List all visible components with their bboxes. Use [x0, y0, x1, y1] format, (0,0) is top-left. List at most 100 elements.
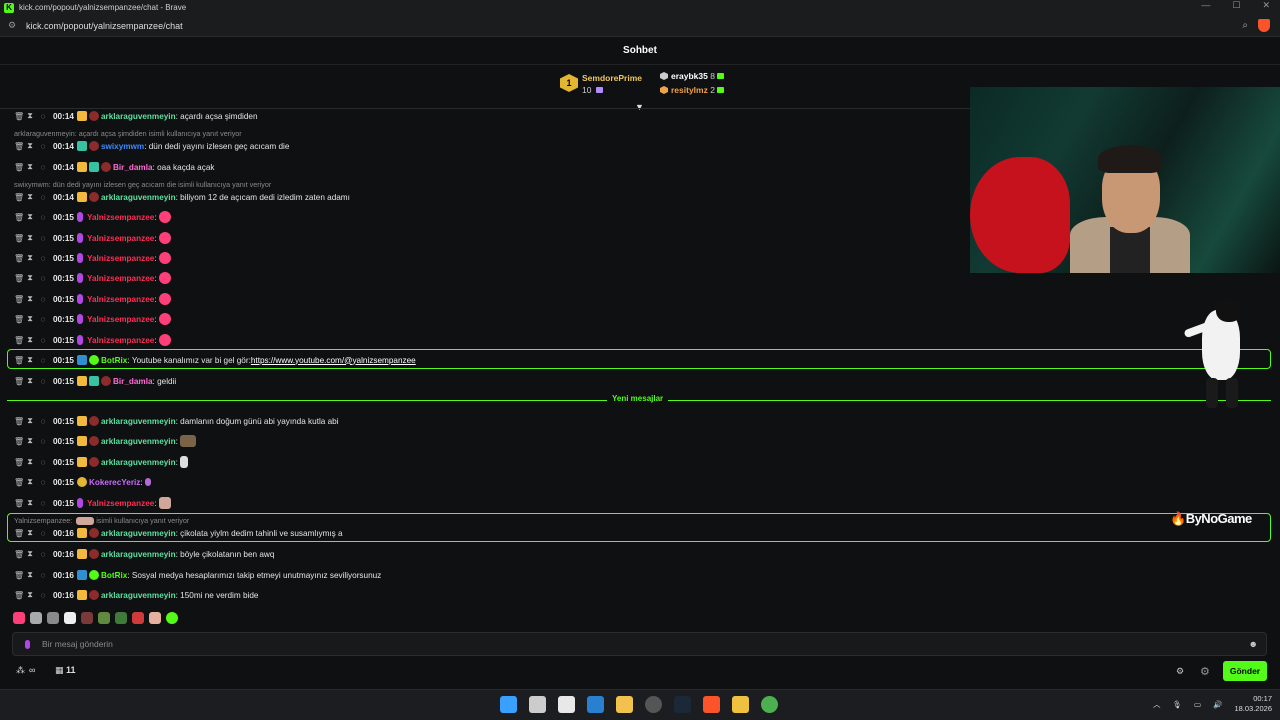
chat-message[interactable]: 🗑 ⧗ ◌ 00:15 Yalnizsempanzee:	[14, 332, 171, 348]
chat-message[interactable]: 🗑 ⧗ ◌ 00:15 arklaraguvenmeyin: damlanın do…	[14, 413, 339, 429]
brave-icon[interactable]	[703, 696, 720, 713]
emote-icon[interactable]	[98, 612, 110, 624]
timeout-icon: ⧗	[27, 570, 33, 579]
chat-input[interactable]	[42, 639, 1222, 649]
timeout-icon: ⧗	[27, 335, 33, 344]
chat-message[interactable]: 🗑 ⧗ ◌ 00:15 Yalnizsempanzee:	[14, 250, 171, 266]
send-button[interactable]: Gönder	[1223, 661, 1267, 681]
shield-icon: ◌	[40, 477, 46, 487]
trash-icon: 🗑	[14, 192, 25, 202]
chat-message[interactable]: 🗑 ⧗ ◌ 00:15 arklaraguvenmeyin:	[14, 433, 196, 449]
url-field[interactable]: kick.com/popout/yalnizsempanzee/chat	[26, 21, 183, 31]
chat-message[interactable]: 🗑 ⧗ ◌ 00:16 arklaraguvenmeyin: böyle çikol…	[14, 546, 274, 562]
chat-message[interactable]: 🗑 ⧗ ◌ 00:16 BotRix: Sosyal medya hesapları…	[14, 567, 381, 583]
notepad-icon[interactable]	[558, 696, 575, 713]
address-bar: ⚙ kick.com/popout/yalnizsempanzee/chat ⌕	[0, 15, 1280, 37]
close-button[interactable]: ✕	[1262, 0, 1270, 11]
emote-icon[interactable]	[166, 612, 178, 624]
emote-icon[interactable]	[13, 612, 25, 624]
minimize-button[interactable]: —	[1201, 0, 1210, 11]
gifter-2[interactable]: eraybk35 8	[660, 71, 724, 81]
tray-chevron-icon[interactable]: ︿	[1153, 699, 1161, 710]
timeout-icon: ⧗	[27, 477, 33, 486]
username: Bir_damla	[112, 162, 153, 172]
chat-message[interactable]: 🗑 ⧗ ◌ 00:16 arklaraguvenmeyin: 150mi ne ve…	[14, 587, 258, 603]
webcam-figure	[1110, 227, 1150, 273]
shield-icon: ◌	[40, 590, 46, 600]
gifter-1-name[interactable]: SemdorePrime	[582, 73, 642, 83]
file-explorer-icon[interactable]	[616, 696, 633, 713]
zoom-icon[interactable]: ⌕	[1242, 20, 1248, 31]
media-icon[interactable]	[732, 696, 749, 713]
maximize-button[interactable]: ☐	[1232, 0, 1240, 11]
settings-icon[interactable]: ⚙	[1176, 666, 1184, 677]
clock[interactable]: 00:17 18.03.2026	[1234, 694, 1272, 714]
timeout-icon: ⧗	[27, 590, 33, 599]
chat-message[interactable]: 🗑 ⧗ ◌ 00:15 Yalnizsempanzee:	[14, 209, 171, 225]
chrome-icon[interactable]	[761, 696, 778, 713]
chat-message[interactable]: 🗑 ⧗ ◌ 00:16 arklaraguvenmeyin: çikolata yi…	[14, 525, 343, 541]
timeout-icon: ⧗	[27, 192, 33, 201]
brave-shield-icon[interactable]	[1258, 19, 1270, 32]
emote-icon[interactable]	[115, 612, 127, 624]
chat-message[interactable]: 🗑 ⧗ ◌ 00:15 Yalnizsempanzee:	[14, 230, 171, 246]
shield-icon: ◌	[40, 162, 46, 172]
chat-message[interactable]: 🗑 ⧗ ◌ 00:15 Yalnizsempanzee:	[14, 291, 171, 307]
mod-tools-icon[interactable]: ⚙	[1200, 665, 1210, 678]
chat-message[interactable]: 🗑 ⧗ ◌ 00:15 BotRix: Youtube kanalımız var …	[14, 352, 416, 368]
broadcaster-badge-icon	[76, 273, 83, 283]
chat-message[interactable]: 🗑 ⧗ ◌ 00:15 Bir_damla: geldii	[14, 373, 176, 389]
emote-icon[interactable]	[149, 612, 161, 624]
taskview-icon[interactable]	[529, 696, 546, 713]
trash-icon: 🗑	[14, 498, 25, 508]
points-icon[interactable]: ⁂ ∞	[16, 665, 35, 676]
timeout-icon: ⧗	[27, 294, 33, 303]
chat-message[interactable]: 🗑 ⧗ ◌ 00:14 swixymwm: dün dedi yayını izle…	[14, 138, 289, 154]
heart-emote-icon	[158, 211, 171, 223]
top-gifters: 1 SemdorePrime 10 eraybk35 8 resitylmz 2	[560, 68, 740, 102]
start-icon[interactable]	[500, 696, 517, 713]
shield-icon: ◌	[40, 294, 46, 304]
new-messages-divider: Yeni mesajlar	[7, 394, 1271, 403]
display-icon[interactable]: ▭	[1194, 700, 1201, 709]
username: Yalnizsempanzee	[86, 253, 155, 263]
volume-icon[interactable]: 🔊	[1213, 700, 1222, 709]
username: arklaraguvenmeyin	[100, 549, 176, 559]
chat-message[interactable]: 🗑 ⧗ ◌ 00:15 Yalnizsempanzee:	[14, 270, 171, 286]
store-button[interactable]: ▦ 11	[55, 665, 76, 676]
trash-icon: 🗑	[14, 162, 25, 172]
chat-message[interactable]: 🗑 ⧗ ◌ 00:15 KokerecYeriz:	[14, 474, 151, 490]
emote-icon[interactable]	[64, 612, 76, 624]
emote-icon[interactable]	[30, 612, 42, 624]
steam-icon[interactable]	[674, 696, 691, 713]
username: Yalnizsempanzee	[86, 233, 155, 243]
broadcaster-badge-icon	[76, 498, 83, 508]
window-title: kick.com/popout/yalnizsempanzee/chat - B…	[19, 3, 187, 12]
youtube-link[interactable]: https://www.youtube.com/@yalnizsempanzee	[251, 356, 416, 365]
chat-message[interactable]: 🗑 ⧗ ◌ 00:14 arklaraguvenmeyin: biliyom 12 …	[14, 189, 350, 205]
crown-badge-icon	[76, 192, 87, 202]
heart-emote-icon	[158, 334, 171, 346]
emoji-picker-icon[interactable]: ☻	[1249, 639, 1258, 649]
timeout-icon: ⧗	[27, 498, 33, 507]
chat-message[interactable]: 🗑 ⧗ ◌ 00:15 Yalnizsempanzee:	[14, 495, 171, 511]
sub-badge-icon	[100, 162, 111, 172]
sub-badge-icon	[88, 376, 99, 386]
broadcaster-badge-icon	[76, 335, 83, 345]
timeout-icon: ⧗	[27, 355, 33, 364]
emote-icon[interactable]	[132, 612, 144, 624]
sponsor-logo: 🔥ByNoGame	[1170, 511, 1252, 526]
site-settings-icon[interactable]: ⚙	[8, 20, 20, 31]
chat-message[interactable]: 🗑 ⧗ ◌ 00:14 Bir_damla: oaa kaçda açak	[14, 159, 214, 175]
chat-message[interactable]: 🗑 ⧗ ◌ 00:14 arklaraguvenmeyin: açardı açsa…	[14, 108, 258, 124]
emote-icon[interactable]	[47, 612, 59, 624]
chat-message[interactable]: 🗑 ⧗ ◌ 00:15 Yalnizsempanzee:	[14, 311, 171, 327]
chat-message[interactable]: 🗑 ⧗ ◌ 00:15 arklaraguvenmeyin:	[14, 454, 188, 470]
timeout-icon: ⧗	[27, 528, 33, 537]
microphone-icon[interactable]: 🎙	[1172, 700, 1182, 709]
gifter-3[interactable]: resitylmz 2	[660, 85, 724, 95]
gifter-1-count: 10	[582, 85, 603, 95]
photos-icon[interactable]	[587, 696, 604, 713]
emote-icon[interactable]	[81, 612, 93, 624]
obs-icon[interactable]	[645, 696, 662, 713]
